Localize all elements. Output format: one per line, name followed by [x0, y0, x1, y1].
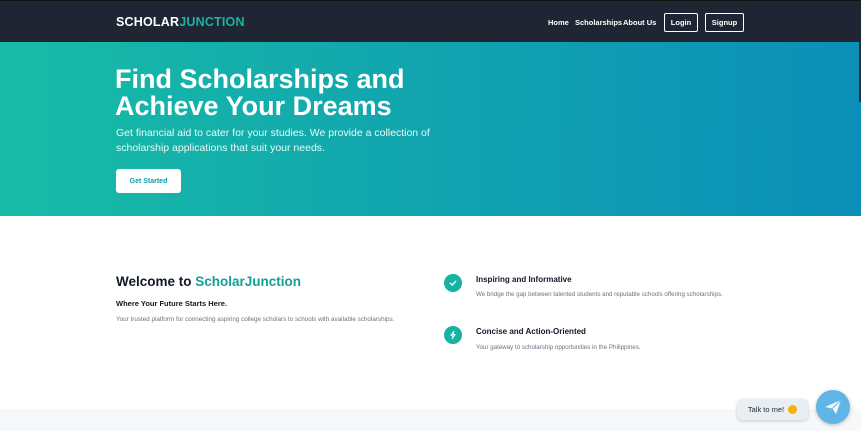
signup-button[interactable]: Signup	[705, 13, 744, 32]
lightning-icon	[444, 326, 462, 344]
welcome-tagline: Where Your Future Starts Here.	[116, 299, 227, 308]
login-button[interactable]: Login	[664, 13, 698, 32]
hero-section: Find Scholarships and Achieve Your Dream…	[0, 42, 861, 216]
welcome-title-accent: ScholarJunction	[195, 274, 302, 289]
feature-description: We bridge the gap between talented stude…	[476, 291, 723, 298]
chat-label: Talk to me!	[747, 405, 785, 414]
paper-plane-icon[interactable]	[816, 390, 850, 424]
check-icon	[444, 274, 462, 292]
smile-emoji-icon	[788, 405, 798, 414]
welcome-description: Your trusted platform for connecting asp…	[116, 316, 395, 323]
welcome-title-prefix: Welcome to	[116, 274, 196, 289]
nav-scholarships-link[interactable]: Scholarships	[575, 18, 622, 27]
get-started-button[interactable]: Get Started	[116, 169, 181, 193]
feature-title: Concise and Action-Oriented	[476, 327, 586, 336]
nav-home-link[interactable]: Home	[548, 18, 569, 27]
feature-description: Your gateway to scholarship opportunitie…	[476, 344, 641, 351]
hero-title: Find Scholarships and Achieve Your Dream…	[115, 64, 405, 121]
next-section-strip	[0, 409, 861, 431]
welcome-title: Welcome to ScholarJunction	[116, 274, 301, 289]
feature-title: Inspiring and Informative	[476, 275, 572, 284]
hero-subtitle: Get financial aid to cater for your stud…	[116, 127, 430, 154]
brand-logo-part1: SCHOLAR	[116, 15, 180, 29]
brand-logo-part2: JUNCTION	[179, 15, 245, 29]
chat-prompt-bubble[interactable]: Talk to me!	[737, 399, 808, 420]
brand-logo[interactable]: SCHOLARJUNCTION	[116, 15, 245, 29]
top-navbar: SCHOLARJUNCTION Home Scholarships About …	[0, 0, 861, 42]
nav-about-link[interactable]: About Us	[623, 18, 656, 27]
